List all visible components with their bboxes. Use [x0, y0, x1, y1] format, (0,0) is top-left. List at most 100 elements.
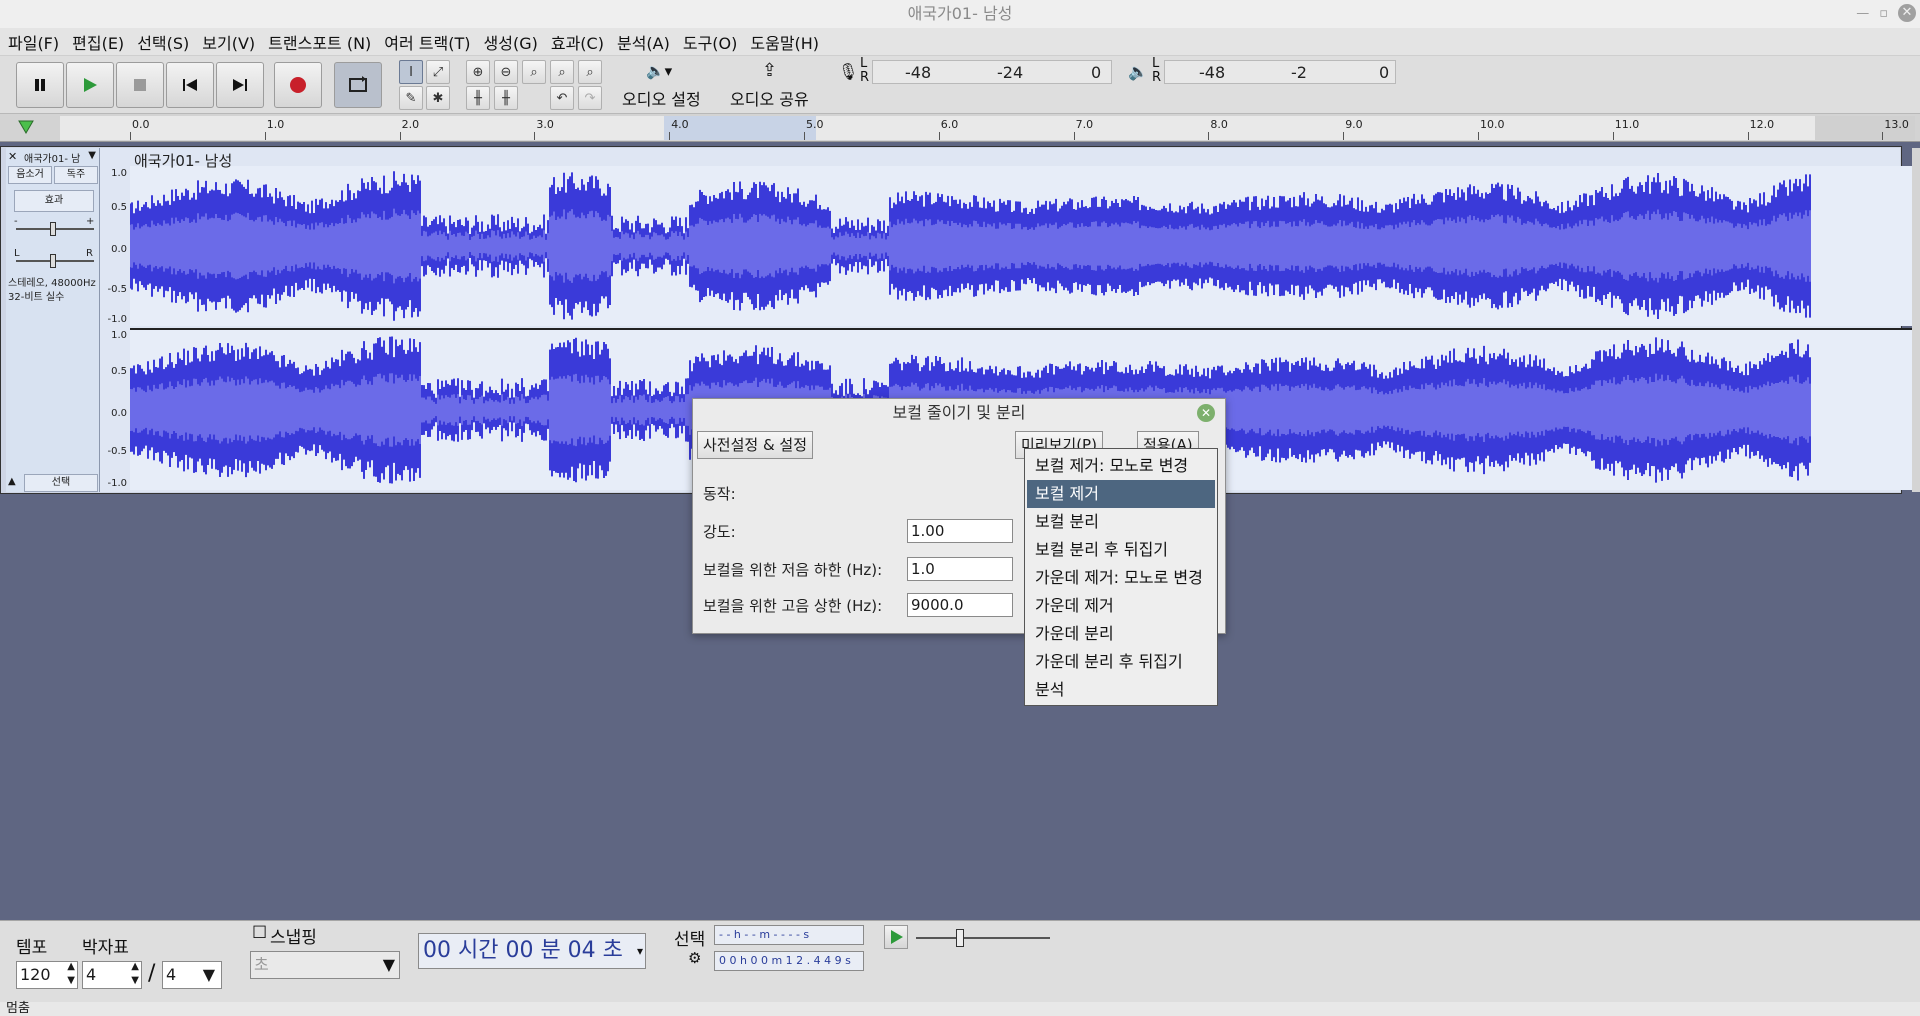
collapse-icon[interactable]: ▲: [8, 476, 22, 490]
record-button[interactable]: [274, 62, 322, 108]
solo-button[interactable]: 독주: [54, 166, 98, 184]
selection-end[interactable]: 0 0 h 0 0 m 1 2 . 4 4 9 s: [714, 951, 864, 971]
tempo-input[interactable]: 120 ▲ ▼: [16, 961, 78, 989]
window-close-icon[interactable]: ✕: [1898, 4, 1916, 22]
menu-tracks[interactable]: 여러 트랙(T): [384, 30, 470, 54]
tempo-spin-icon[interactable]: ▲ ▼: [67, 960, 75, 988]
selection-tool-icon[interactable]: I: [399, 60, 423, 84]
time-sig-numerator[interactable]: 4 ▲ ▼: [82, 961, 142, 989]
skip-end-button[interactable]: [216, 62, 264, 108]
time-display-menu-icon[interactable]: ▾: [637, 934, 643, 968]
menu-help[interactable]: 도움말(H): [750, 30, 819, 54]
low-cut-input[interactable]: 1.0: [907, 557, 1013, 581]
speaker-icon: 🔈▾: [646, 62, 673, 80]
time-sig-spin-icon[interactable]: ▲ ▼: [131, 960, 139, 988]
channel-left-waveform[interactable]: [130, 166, 1912, 326]
high-cut-input[interactable]: 9000.0: [907, 593, 1013, 617]
silence-icon[interactable]: ╫: [494, 86, 518, 110]
gain-slider-thumb[interactable]: [50, 222, 56, 236]
action-option[interactable]: 보컬 제거: 모노로 변경: [1027, 452, 1215, 480]
dialog-close-icon[interactable]: ✕: [1197, 404, 1215, 422]
effects-button[interactable]: 효과: [14, 190, 94, 212]
menu-transport[interactable]: 트랜스포트 (N): [268, 30, 371, 54]
envelope-tool-icon[interactable]: ⤢: [426, 60, 450, 84]
action-label: 동작:: [703, 485, 736, 503]
selection-settings-icon[interactable]: ⚙: [688, 949, 701, 967]
menu-edit[interactable]: 편집(E): [72, 30, 124, 54]
playback-speed-slider[interactable]: [916, 937, 1050, 939]
mute-button[interactable]: 음소거: [8, 166, 52, 184]
redo-icon[interactable]: ↷: [578, 86, 602, 110]
minimize-icon[interactable]: —: [1856, 6, 1869, 21]
action-option[interactable]: 가운데 제거: 모노로 변경: [1027, 564, 1215, 592]
menu-tools[interactable]: 도구(O): [683, 30, 738, 54]
action-option[interactable]: 가운데 분리 후 뒤집기: [1027, 648, 1215, 676]
multi-tool-icon[interactable]: ✱: [426, 86, 450, 110]
speaker-meter-icon[interactable]: 🔈: [1128, 62, 1148, 81]
menu-generate[interactable]: 생성(G): [484, 30, 538, 54]
zoom-toggle-icon[interactable]: ⌕: [578, 60, 602, 84]
snap-unit-select[interactable]: 초 ▼: [250, 951, 400, 979]
play-tick-48: -48: [1199, 63, 1226, 82]
play-tick-2: -2: [1291, 63, 1307, 82]
zoom-in-icon[interactable]: ⊕: [466, 60, 490, 84]
ruler-tick-label: 9.0: [1343, 118, 1363, 140]
playback-meter[interactable]: -48 -2 0: [1164, 60, 1396, 84]
action-option[interactable]: 보컬 분리 후 뒤집기: [1027, 536, 1215, 564]
fit-selection-icon[interactable]: ⌕: [522, 60, 546, 84]
skip-start-button[interactable]: [166, 62, 214, 108]
menu-file[interactable]: 파일(F): [8, 30, 59, 54]
menu-select[interactable]: 선택(S): [137, 30, 189, 54]
zoom-out-icon[interactable]: ⊖: [494, 60, 518, 84]
loop-button[interactable]: [334, 62, 382, 108]
action-option[interactable]: 가운데 제거: [1027, 592, 1215, 620]
track-past-end: [1912, 148, 1920, 492]
draw-tool-icon[interactable]: ✎: [399, 86, 423, 110]
scale-top-1: 1.0: [111, 168, 127, 179]
presets-button[interactable]: 사전설정 & 설정: [697, 431, 814, 459]
snap-checkbox[interactable]: ☐: [252, 923, 267, 943]
track-close-icon[interactable]: ✕: [8, 150, 18, 163]
action-option[interactable]: 분석: [1027, 676, 1215, 704]
timeline-options-icon[interactable]: [18, 120, 34, 134]
mic-icon[interactable]: 🎙: [838, 62, 858, 81]
time-sig-dropdown-icon: ▼: [202, 965, 215, 984]
selection-start[interactable]: - - h - - m - - - - s: [714, 925, 864, 945]
action-option[interactable]: 보컬 분리: [1027, 508, 1215, 536]
undo-icon[interactable]: ↶: [550, 86, 574, 110]
time-sig-denominator[interactable]: 4 ▼: [162, 961, 222, 989]
track-select-button[interactable]: 선택: [24, 474, 98, 492]
maximize-icon[interactable]: ▫: [1879, 6, 1888, 21]
menu-effect[interactable]: 효과(C): [551, 30, 604, 54]
time-display[interactable]: 00 시간 00 분 04 초 ▾: [418, 933, 646, 969]
pause-button[interactable]: [16, 62, 64, 108]
play-at-speed-icon: [891, 930, 903, 944]
action-dropdown-list[interactable]: 보컬 제거: 모노로 변경 보컬 제거 보컬 분리 보컬 분리 후 뒤집기 가운…: [1024, 448, 1218, 706]
play-button[interactable]: [66, 62, 114, 108]
trim-icon[interactable]: ╫: [466, 86, 490, 110]
audio-setup-button[interactable]: 🔈▾ 오디오 설정: [614, 60, 718, 110]
ruler-tick-label: 10.0: [1478, 118, 1505, 140]
menu-view[interactable]: 보기(V): [202, 30, 255, 54]
share-icon: ⇪: [762, 60, 778, 81]
recording-meter[interactable]: -48 -24 0: [872, 60, 1112, 84]
timeline-ruler[interactable]: 0.0 1.0 2.0 3.0 4.0 5.0 6.0 7.0 8.0 9.0 10.0 11.0 12…: [0, 114, 1920, 142]
bottom-toolbar: 템포 120 ▲ ▼ 박자표 4 ▲ ▼ / 4 ▼ ☐ 스냅핑 초 ▼ 00 시간…: [0, 920, 1920, 1002]
action-option[interactable]: 가운데 분리: [1027, 620, 1215, 648]
record-icon: [290, 77, 306, 93]
play-at-speed-button[interactable]: [884, 925, 908, 949]
track-menu-button[interactable]: 애국가01- 남 ▼: [24, 150, 98, 164]
tempo-value: 120: [20, 965, 51, 984]
scale-top-neg1: -1.0: [107, 314, 127, 325]
scale-bot-neg1: -1.0: [107, 478, 127, 489]
stop-button[interactable]: [116, 62, 164, 108]
strength-input[interactable]: 1.00: [907, 519, 1013, 543]
fit-project-icon[interactable]: ⌕: [550, 60, 574, 84]
snap-label: 스냅핑: [270, 928, 317, 948]
pan-slider-thumb[interactable]: [50, 254, 56, 268]
playback-speed-thumb[interactable]: [956, 929, 964, 947]
audio-share-button[interactable]: ⇪ 오디오 공유: [724, 60, 822, 110]
action-option-selected[interactable]: 보컬 제거: [1027, 480, 1215, 508]
time-sig-slash: /: [148, 961, 156, 986]
menu-analyze[interactable]: 분석(A): [617, 30, 670, 54]
